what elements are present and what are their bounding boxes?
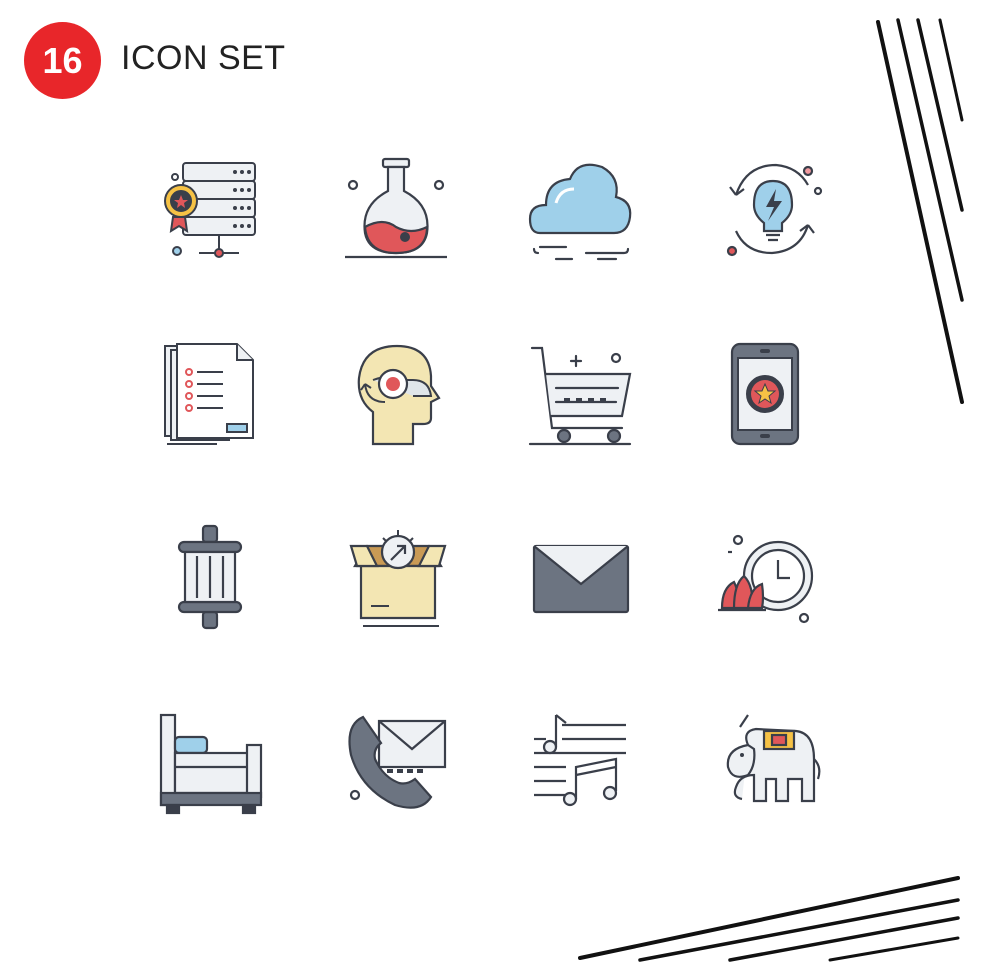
music-sheet-icon	[526, 705, 636, 815]
lotus-clock-icon	[718, 522, 828, 632]
bulb-energy-cycle-icon	[718, 155, 828, 265]
phone-mail-icon	[343, 705, 453, 815]
mobile-star-app-icon	[718, 340, 828, 450]
server-award-icon	[157, 155, 267, 265]
box-gear-icon	[343, 522, 453, 632]
chemistry-flask-icon	[343, 155, 453, 265]
cloud-icon	[526, 155, 636, 265]
bed-icon	[157, 705, 267, 815]
dumbbell-icon	[157, 522, 267, 632]
documents-list-icon	[157, 340, 267, 450]
shopping-cart-icon	[526, 340, 636, 450]
elephant-icon	[718, 705, 828, 815]
mail-envelope-icon	[526, 522, 636, 632]
decorative-stripes	[578, 18, 964, 962]
head-mind-refresh-icon	[343, 340, 453, 450]
